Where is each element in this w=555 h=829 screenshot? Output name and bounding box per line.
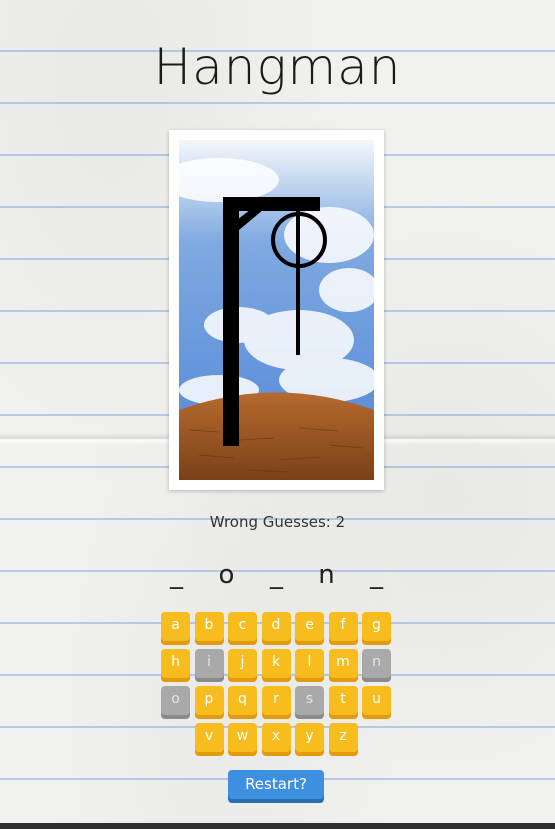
word-display: _ o _ n _ <box>0 560 555 590</box>
noose-rope <box>296 210 300 355</box>
letter-slot: _ <box>270 560 285 590</box>
keyboard-row: hijklmn <box>161 649 393 683</box>
letter-key-t[interactable]: t <box>328 686 358 715</box>
letter-key-f[interactable]: f <box>328 612 358 641</box>
letter-key-v[interactable]: v <box>194 723 224 752</box>
restart-button[interactable]: Restart? <box>228 770 324 799</box>
letter-key-w[interactable]: w <box>228 723 257 752</box>
hangman-scene <box>179 140 374 480</box>
letter-key-c[interactable]: c <box>228 612 257 641</box>
bottom-edge <box>0 823 555 829</box>
letter-key-d[interactable]: d <box>261 612 291 641</box>
letter-slot: _ <box>170 560 185 590</box>
letter-key-e[interactable]: e <box>295 612 324 641</box>
hangman-picture-frame <box>169 130 384 490</box>
letter-key-o: o <box>161 686 190 715</box>
letter-key-n: n <box>362 649 391 678</box>
letter-key-j[interactable]: j <box>228 649 257 678</box>
letter-key-y[interactable]: y <box>295 723 324 752</box>
letter-slot: o <box>218 560 237 590</box>
letter-key-k[interactable]: k <box>261 649 291 678</box>
letter-key-r[interactable]: r <box>261 686 291 715</box>
page-title: Hangman <box>153 38 402 96</box>
letter-key-h[interactable]: h <box>161 649 190 678</box>
wrong-guesses-count: 2 <box>335 513 346 531</box>
letter-key-p[interactable]: p <box>194 686 224 715</box>
keyboard-row: opqrstu <box>161 686 393 720</box>
keyboard-row: vwxyz <box>161 723 393 757</box>
letter-key-u[interactable]: u <box>362 686 391 715</box>
letter-key-m[interactable]: m <box>328 649 358 678</box>
letter-key-a[interactable]: a <box>161 612 190 641</box>
wrong-guesses-status: Wrong Guesses: 2 <box>0 513 555 531</box>
letter-slot: n <box>318 560 337 590</box>
letter-key-b[interactable]: b <box>194 612 224 641</box>
keyboard-row: abcdefg <box>161 612 393 646</box>
letter-key-q[interactable]: q <box>228 686 257 715</box>
wrong-guesses-label: Wrong Guesses: <box>209 513 331 531</box>
letter-key-i: i <box>194 649 224 678</box>
letter-key-l[interactable]: l <box>295 649 324 678</box>
letter-key-s: s <box>295 686 324 715</box>
letter-key-z[interactable]: z <box>328 723 358 752</box>
dirt-hill <box>179 392 374 480</box>
letter-slot: _ <box>370 560 385 590</box>
letter-key-g[interactable]: g <box>362 612 391 641</box>
letter-key-x[interactable]: x <box>261 723 291 752</box>
